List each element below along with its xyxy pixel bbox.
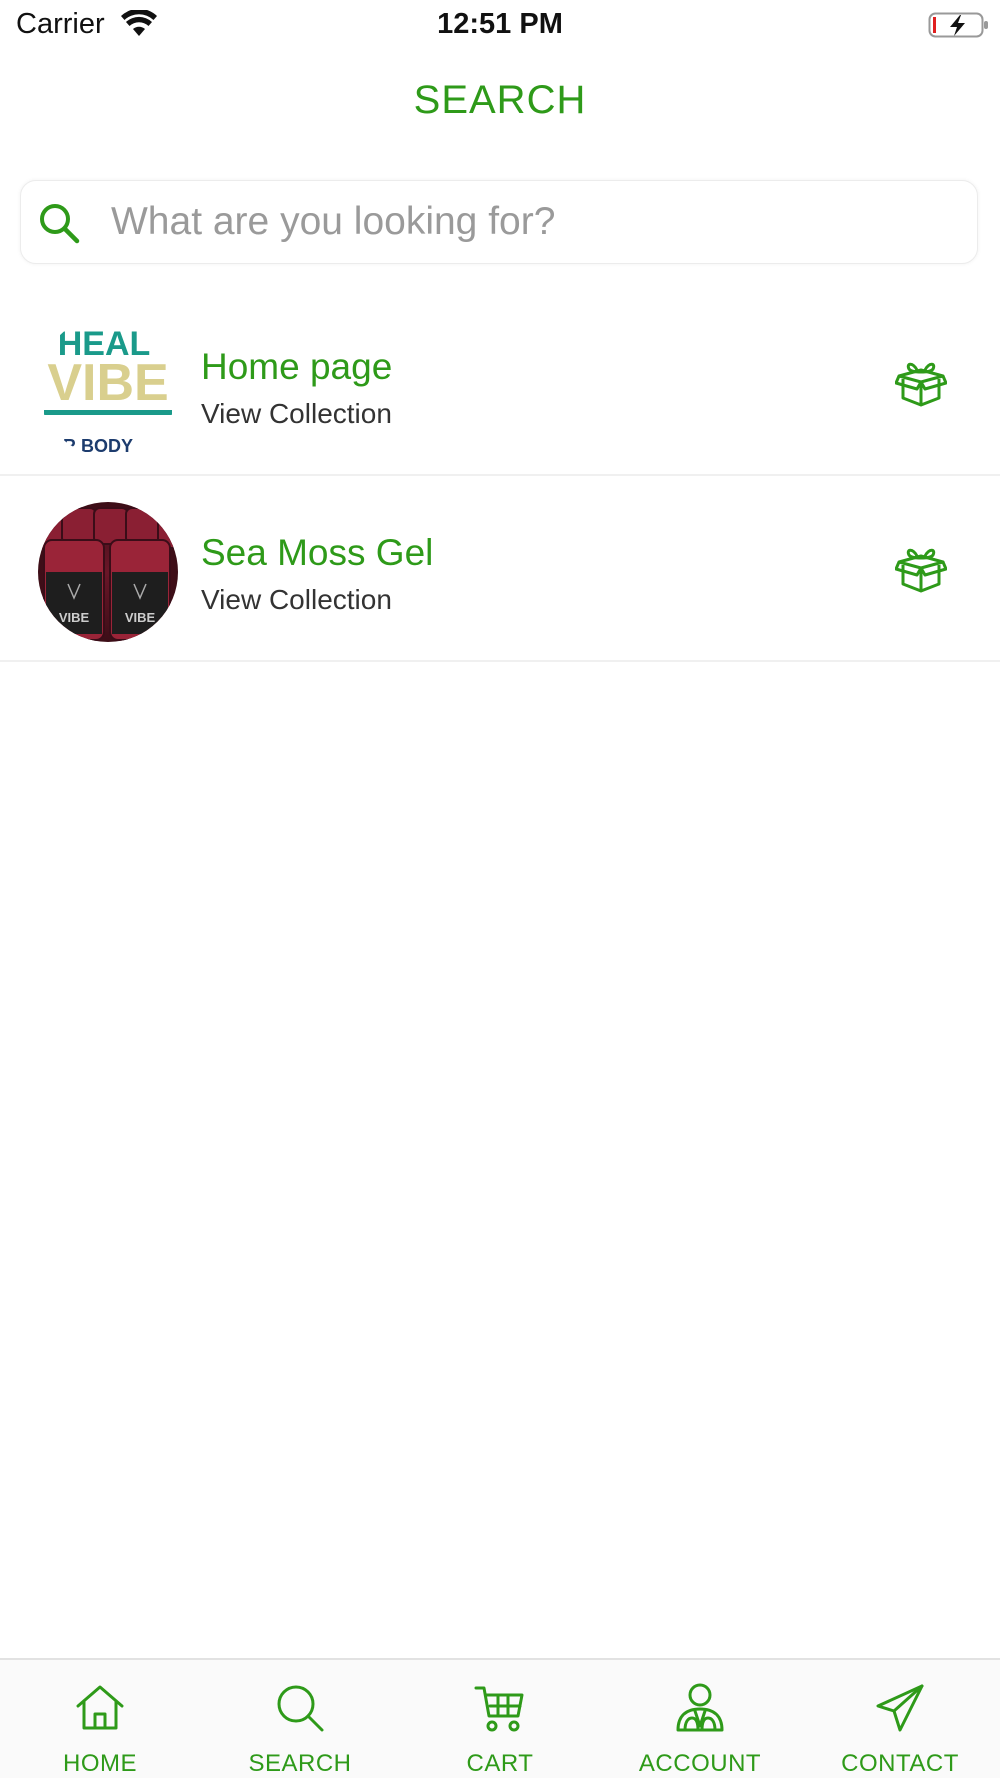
search-icon (277, 1685, 324, 1732)
search-box[interactable] (20, 180, 978, 264)
battery-charging-icon (928, 12, 988, 38)
collection-subtitle: View Collection (201, 398, 392, 429)
tab-home[interactable]: HOME (0, 1660, 200, 1778)
tab-cart[interactable]: CART (400, 1660, 600, 1778)
tab-label: CART (466, 1750, 534, 1777)
search-screen: Carrier 12:51 PM SEARCH HEAL VIBE (0, 0, 1000, 1778)
tab-search[interactable]: SEARCH (200, 1660, 400, 1778)
list-item[interactable]: VIBE VIBE Sea Moss Gel View Collection (0, 476, 1000, 662)
tab-bar: HOME SEARCH CART ACCOUNT CONTACT (0, 1658, 1000, 1778)
cart-icon (474, 1686, 524, 1732)
tab-contact[interactable]: CONTACT (800, 1660, 1000, 1778)
send-icon (876, 1684, 924, 1732)
status-time: 12:51 PM (437, 8, 563, 40)
tab-label: HOME (63, 1750, 137, 1777)
tab-label: CONTACT (841, 1750, 959, 1777)
jar-label-text: VIBE (59, 610, 90, 625)
search-icon (40, 204, 80, 244)
collection-name: Sea Moss Gel (201, 532, 434, 573)
search-input[interactable] (91, 195, 971, 249)
collection-subtitle: View Collection (201, 584, 392, 615)
tab-account[interactable]: ACCOUNT (600, 1660, 800, 1778)
account-icon (676, 1683, 724, 1732)
gift-box-icon[interactable] (895, 546, 947, 594)
collection-name: Home page (201, 346, 393, 387)
logo-text-vibe: VIBE (47, 354, 168, 412)
home-icon (76, 1685, 124, 1730)
logo-text-body: R BODY (63, 436, 133, 456)
collection-thumbnail: HEAL VIBE R BODY (38, 316, 178, 456)
health-vibe-logo: HEAL VIBE R BODY (38, 316, 178, 456)
jar-label-text: VIBE (125, 610, 156, 625)
list-item[interactable]: HEAL VIBE R BODY Home page View Collecti… (0, 290, 1000, 476)
tab-label: SEARCH (248, 1750, 352, 1777)
status-bar: Carrier 12:51 PM (0, 0, 1000, 50)
page-title: SEARCH (413, 78, 587, 122)
tab-label: ACCOUNT (638, 1750, 762, 1777)
sea-moss-jars-photo: VIBE VIBE (38, 502, 178, 642)
collection-thumbnail: VIBE VIBE (38, 502, 178, 642)
gift-box-icon[interactable] (895, 360, 947, 408)
